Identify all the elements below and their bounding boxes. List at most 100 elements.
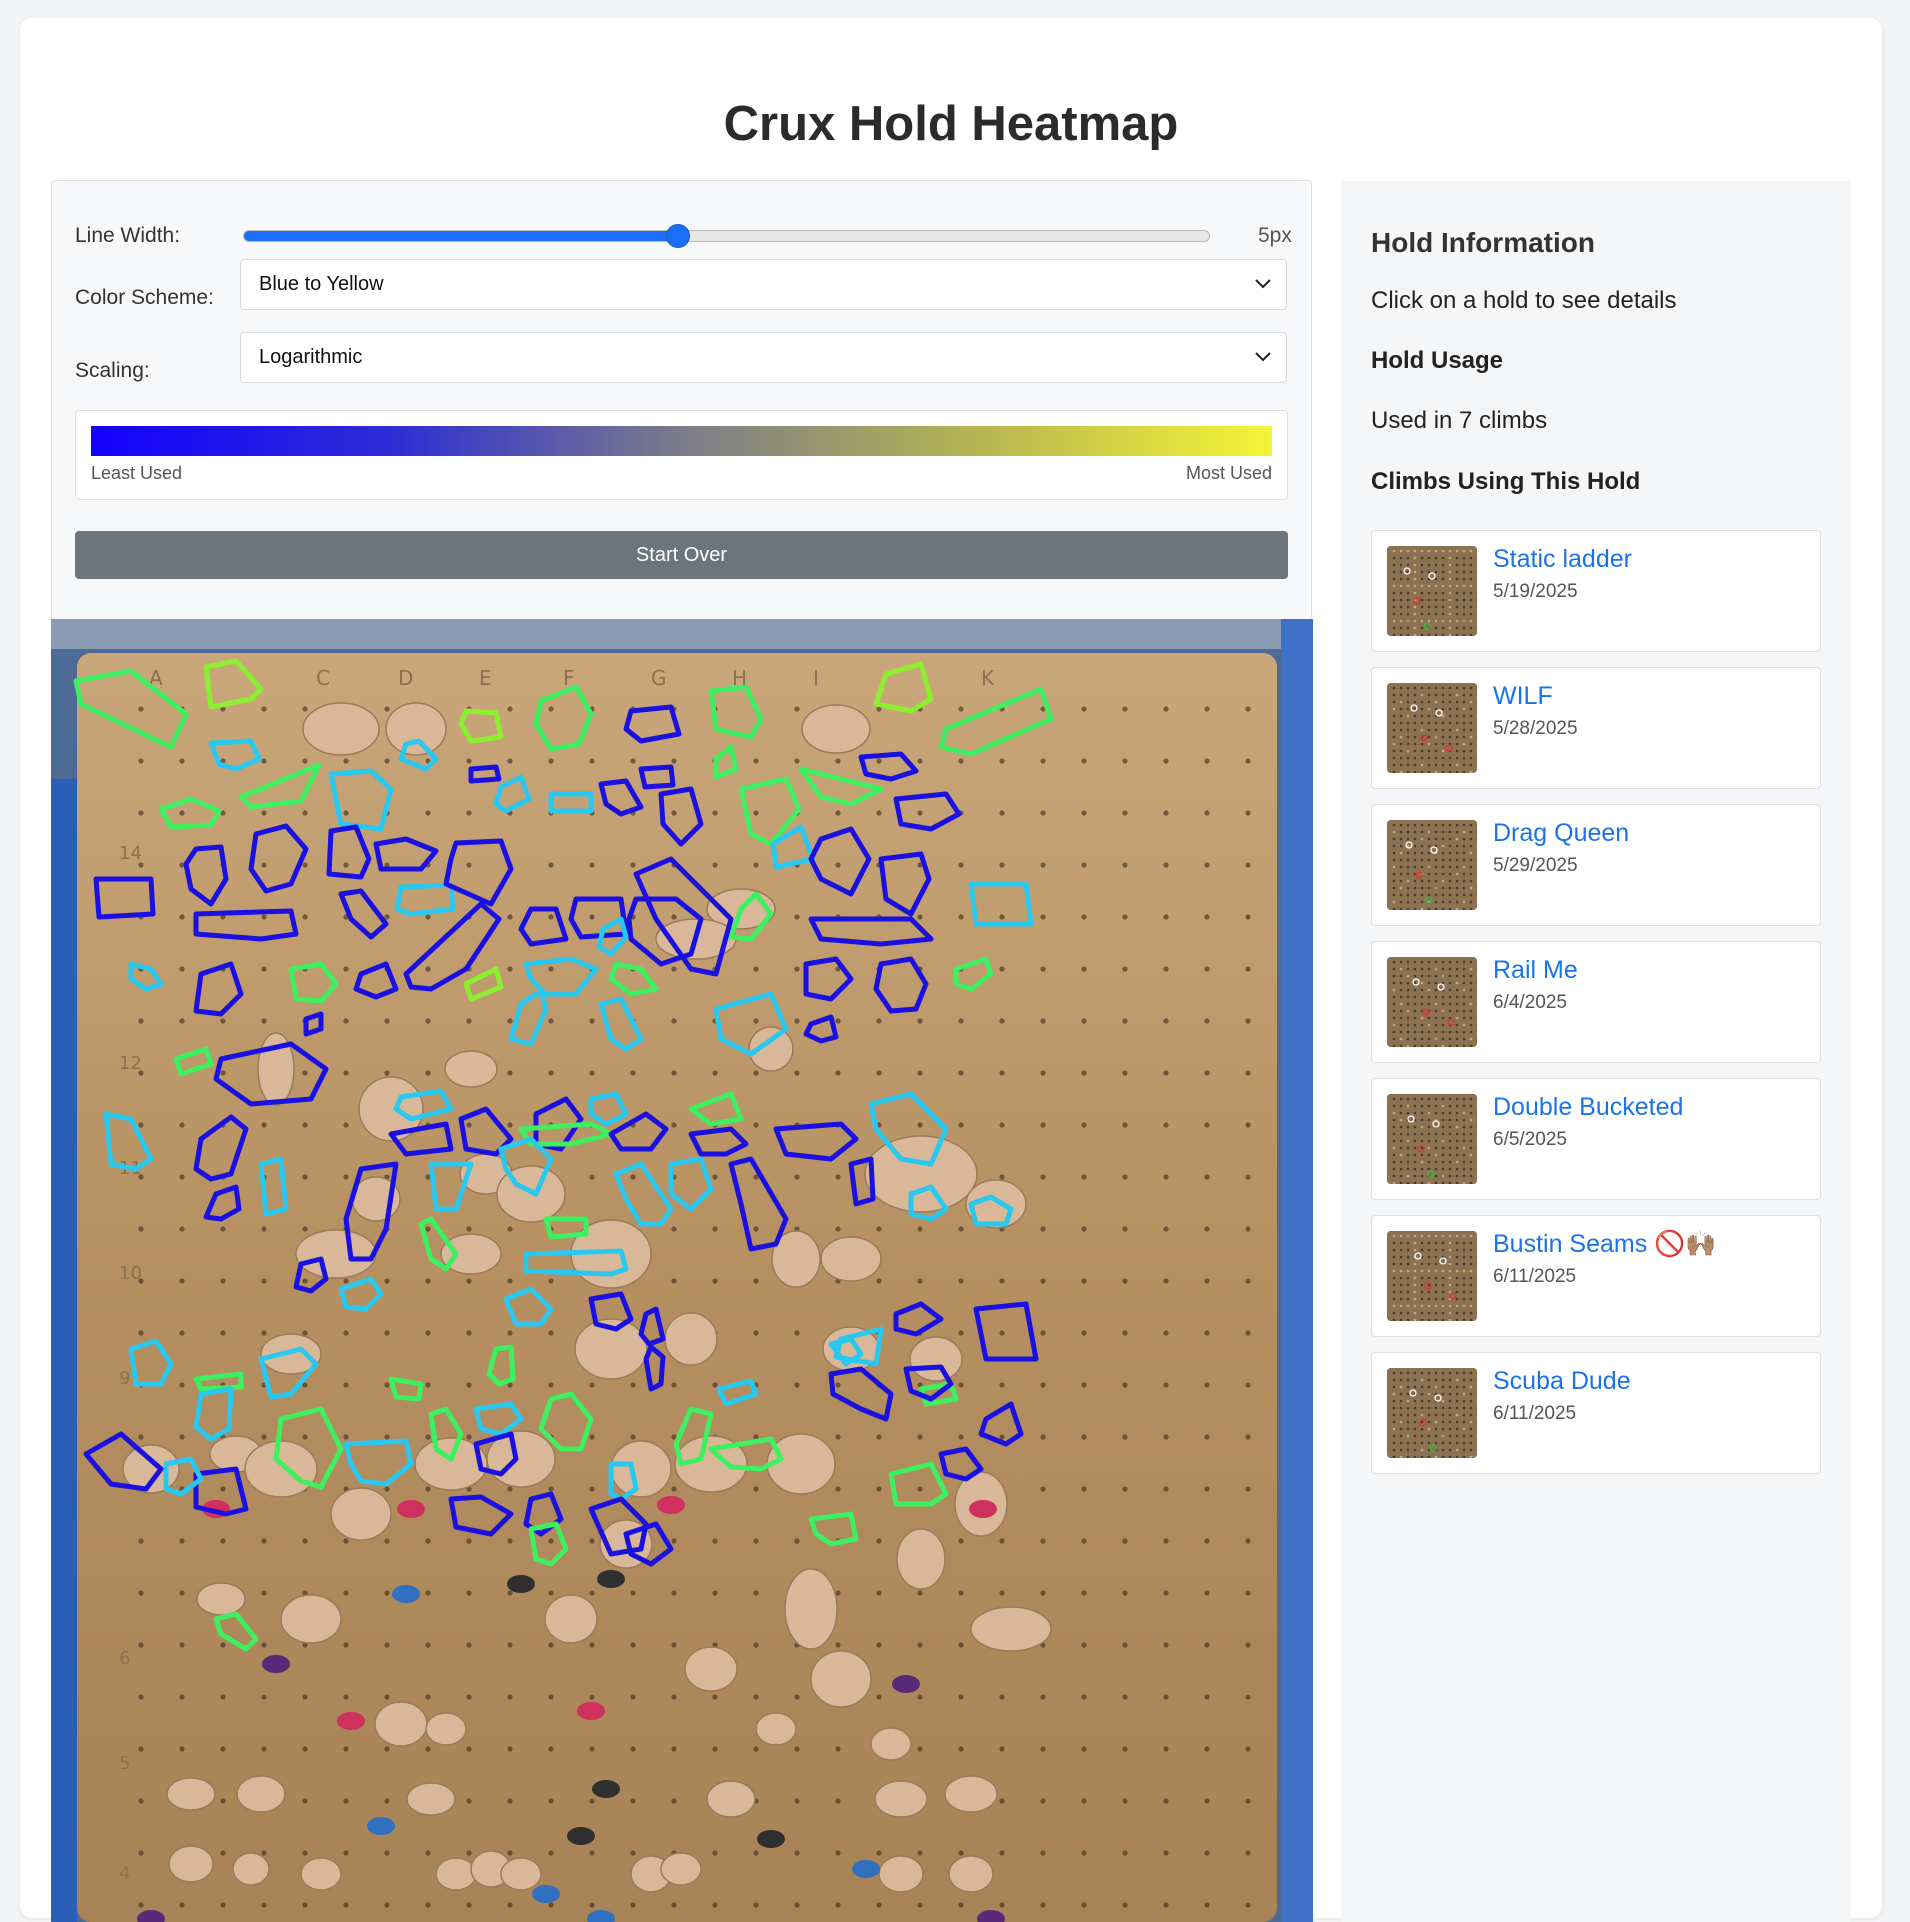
board-hold — [661, 1853, 701, 1885]
chevron-down-icon — [1254, 260, 1272, 328]
board-hold — [392, 1585, 420, 1603]
legend-most-used: Most Used — [1186, 463, 1272, 484]
climb-thumbnail-board — [1387, 683, 1477, 773]
legend-gradient-bar — [91, 426, 1272, 456]
board-hold — [757, 1830, 785, 1848]
board-hold — [592, 1780, 620, 1798]
board-heatmap-image[interactable]: ACDEFGHIK 141211109654 — [51, 619, 1313, 1922]
climb-card[interactable]: Rail Me 6/4/2025 — [1371, 941, 1821, 1063]
climb-card[interactable]: Double Bucketed 6/5/2025 — [1371, 1078, 1821, 1200]
board-column-label: G — [651, 666, 667, 690]
hold-information-heading: Hold Information — [1371, 227, 1595, 259]
hold-usage-heading: Hold Usage — [1371, 347, 1503, 375]
board-hold — [577, 1702, 605, 1720]
climb-card[interactable]: WILF 5/28/2025 — [1371, 667, 1821, 789]
board-row-label: 4 — [119, 1863, 130, 1884]
board-hold — [501, 1858, 541, 1890]
climb-name-link[interactable]: Double Bucketed — [1493, 1093, 1683, 1122]
board-hold — [756, 1713, 796, 1745]
climb-date: 5/29/2025 — [1493, 855, 1578, 877]
board-hold — [507, 1575, 535, 1593]
board-hold — [233, 1853, 269, 1885]
board-hold — [386, 703, 446, 755]
controls-panel: Line Width: 5px Color Scheme: Blue to Ye… — [51, 180, 1312, 620]
climb-name-link[interactable]: WILF — [1493, 682, 1553, 711]
board-hold — [785, 1569, 837, 1649]
board-hold — [657, 1496, 685, 1514]
line-width-value: 5px — [1258, 224, 1292, 248]
climb-thumbnail-board — [1387, 546, 1477, 636]
climb-date: 6/4/2025 — [1493, 992, 1567, 1014]
board-hold — [245, 1441, 317, 1497]
climb-card[interactable]: Bustin Seams 🚫🙌🏽 6/11/2025 — [1371, 1215, 1821, 1337]
color-scheme-value: Blue to Yellow — [259, 273, 384, 295]
board-hold — [367, 1817, 395, 1835]
board-hold — [337, 1712, 365, 1730]
board-hold — [910, 1337, 962, 1381]
board-hold — [821, 1237, 881, 1281]
board-hold — [407, 1783, 455, 1815]
board-hold — [197, 1583, 245, 1615]
climb-date: 5/28/2025 — [1493, 718, 1578, 740]
board-hold — [375, 1702, 427, 1746]
hold-information-panel: Hold Information Click on a hold to see … — [1341, 181, 1851, 1922]
line-width-label: Line Width: — [75, 224, 180, 248]
color-legend: Least Used Most Used — [75, 410, 1288, 500]
board-hold — [441, 1234, 501, 1274]
board-row-label: 10 — [119, 1263, 142, 1284]
climb-thumbnail — [1387, 546, 1477, 636]
climb-date: 5/19/2025 — [1493, 581, 1578, 603]
board-hold — [436, 1858, 476, 1890]
board-hold — [445, 1051, 497, 1087]
climb-name-link[interactable]: Drag Queen — [1493, 819, 1629, 848]
board-row-label: 14 — [119, 843, 142, 864]
climb-card[interactable]: Static ladder 5/19/2025 — [1371, 530, 1821, 652]
board-row-label: 6 — [119, 1648, 130, 1669]
color-scheme-select[interactable]: Blue to Yellow — [240, 259, 1287, 310]
board-hold — [237, 1776, 285, 1812]
line-width-slider-thumb[interactable] — [666, 224, 690, 248]
climb-name-link[interactable]: Scuba Dude — [1493, 1367, 1631, 1396]
climb-thumbnail — [1387, 1368, 1477, 1458]
climb-thumbnail — [1387, 1231, 1477, 1321]
start-over-button[interactable]: Start Over — [75, 531, 1288, 579]
climb-name-link[interactable]: Bustin Seams 🚫🙌🏽 — [1493, 1230, 1716, 1259]
climb-thumbnail-board — [1387, 957, 1477, 1047]
board-hold — [303, 703, 379, 755]
board-hold — [567, 1827, 595, 1845]
legend-least-used: Least Used — [91, 463, 182, 484]
climb-name-link[interactable]: Rail Me — [1493, 956, 1578, 985]
chevron-down-icon — [1254, 333, 1272, 401]
board-hold — [971, 1607, 1051, 1651]
climbs-heading: Climbs Using This Hold — [1371, 468, 1640, 496]
climb-name-link[interactable]: Static ladder — [1493, 545, 1632, 574]
board-hold — [879, 1856, 923, 1892]
climb-thumbnail-board — [1387, 1368, 1477, 1458]
page-title: Crux Hold Heatmap — [20, 96, 1882, 152]
climb-thumbnail — [1387, 683, 1477, 773]
board-hold — [865, 1136, 977, 1212]
hold-usage-text: Used in 7 climbs — [1371, 407, 1547, 435]
board-hold — [945, 1776, 997, 1812]
line-width-slider-fill — [244, 231, 678, 241]
board-hold — [949, 1856, 993, 1892]
board-column-label: E — [479, 666, 492, 690]
board-hold — [169, 1846, 213, 1882]
scaling-select[interactable]: Logarithmic — [240, 332, 1287, 383]
board-hold — [892, 1675, 920, 1693]
climb-card[interactable]: Drag Queen 5/29/2025 — [1371, 804, 1821, 926]
climb-thumbnail — [1387, 820, 1477, 910]
board-hold — [707, 1781, 755, 1817]
board-row-label: 12 — [119, 1053, 142, 1074]
board-column-label: D — [398, 666, 413, 690]
line-width-slider[interactable] — [243, 230, 1210, 242]
board-hold — [897, 1529, 945, 1589]
climb-thumbnail — [1387, 957, 1477, 1047]
climb-thumbnail-board — [1387, 1231, 1477, 1321]
board-hold — [802, 705, 870, 753]
board-row-label: 9 — [119, 1368, 130, 1389]
board-column-label: C — [316, 666, 330, 690]
board-column-label: K — [981, 666, 995, 690]
climb-card[interactable]: Scuba Dude 6/11/2025 — [1371, 1352, 1821, 1474]
climb-thumbnail-board — [1387, 820, 1477, 910]
